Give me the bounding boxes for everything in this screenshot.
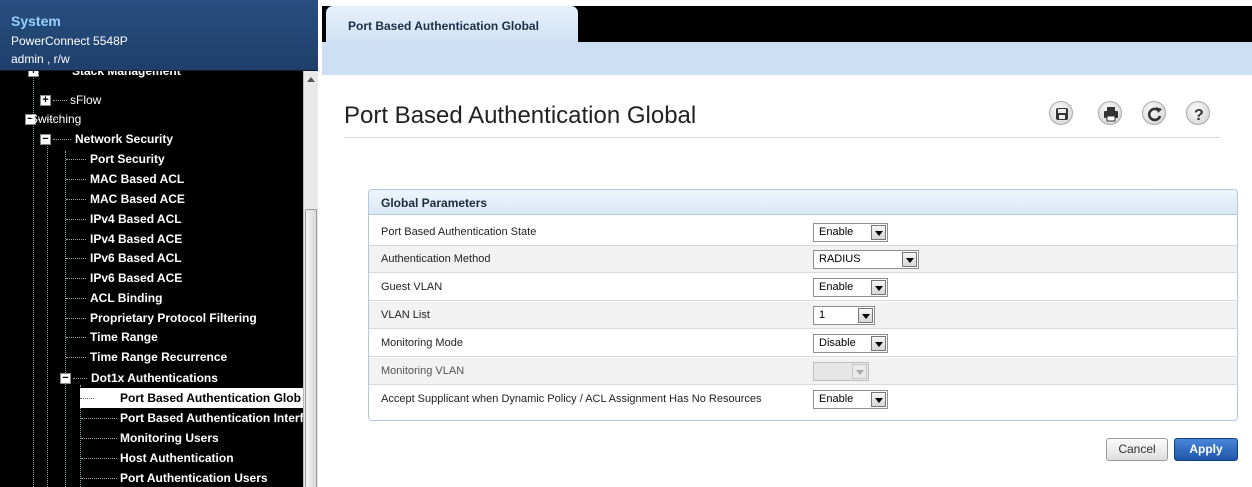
port-based-authentication-state-select[interactable]: Enable	[813, 223, 888, 242]
dropdown-arrow-icon[interactable]	[902, 252, 917, 267]
help-icon[interactable]: ?	[1186, 101, 1210, 125]
monitoring-vlan-select	[813, 362, 869, 381]
tree-item-network-security[interactable]: − Network Security	[0, 129, 303, 149]
row-monitoring-vlan: Monitoring VLAN	[369, 358, 1237, 385]
print-icon[interactable]	[1098, 101, 1122, 125]
dropdown-arrow-icon	[852, 364, 867, 379]
tab-band	[322, 42, 1252, 75]
tree-item-dot1x-authentications[interactable]: − Dot1x Authentications	[0, 368, 303, 388]
authentication-method-select[interactable]: RADIUS	[813, 250, 919, 269]
accept-supplicant-select[interactable]: Enable	[813, 390, 888, 409]
cancel-button[interactable]: Cancel	[1106, 438, 1168, 461]
dropdown-arrow-icon[interactable]	[858, 308, 873, 323]
tree-item-switching[interactable]: − Switching	[0, 109, 303, 129]
tree-item-ipv6-based-ace[interactable]: IPv6 Based ACE	[0, 268, 303, 288]
tree-item-time-range[interactable]: Time Range	[0, 327, 303, 347]
tab-label: Port Based Authentication Global	[348, 19, 539, 33]
system-title[interactable]: System	[11, 13, 61, 29]
refresh-icon[interactable]	[1142, 101, 1166, 125]
dropdown-arrow-icon[interactable]	[871, 280, 886, 295]
tree-item-time-range-recurrence[interactable]: Time Range Recurrence	[0, 347, 303, 367]
field-label: Monitoring Mode	[381, 337, 463, 349]
field-label: Accept Supplicant when Dynamic Policy / …	[381, 393, 762, 405]
tree-item-ipv6-based-acl[interactable]: IPv6 Based ACL	[0, 248, 303, 268]
tree-item-acl-binding[interactable]: ACL Binding	[0, 288, 303, 308]
collapse-icon[interactable]: −	[60, 373, 71, 384]
navigation-panel: System PowerConnect 5548P admin , r/w + …	[0, 0, 318, 487]
global-parameters-panel: Global Parameters Port Based Authenticat…	[368, 189, 1238, 421]
row-accept-supplicant: Accept Supplicant when Dynamic Policy / …	[369, 386, 1237, 413]
save-icon[interactable]	[1049, 101, 1073, 125]
title-divider	[344, 137, 1220, 138]
tree-item-ipv4-based-acl[interactable]: IPv4 Based ACL	[0, 209, 303, 229]
row-monitoring-mode: Monitoring Mode Disable	[369, 330, 1237, 357]
tree-item-port-based-authentication-interface[interactable]: Port Based Authentication Interfa	[0, 408, 303, 428]
tree-item-port-based-authentication-global[interactable]: Port Based Authentication Glob	[80, 388, 303, 408]
tree-item-sflow[interactable]: + sFlow	[0, 90, 303, 110]
tab-port-based-authentication-global[interactable]: Port Based Authentication Global	[326, 6, 578, 42]
field-label: VLAN List	[381, 309, 430, 321]
content-area: Port Based Authentication Global Port Ba…	[322, 0, 1252, 487]
tree-item-stack-management[interactable]: + Stack Management	[0, 71, 303, 81]
panel-title: Global Parameters	[381, 196, 488, 210]
field-label: Guest VLAN	[381, 281, 443, 293]
dropdown-arrow-icon[interactable]	[871, 392, 886, 407]
tree-item-mac-based-acl[interactable]: MAC Based ACL	[0, 169, 303, 189]
dropdown-arrow-icon[interactable]	[871, 225, 886, 240]
field-label: Port Based Authentication State	[381, 226, 537, 238]
tree-item-host-authentication[interactable]: Host Authentication	[0, 448, 303, 468]
apply-button[interactable]: Apply	[1174, 438, 1238, 461]
tree-item-port-security[interactable]: Port Security	[0, 149, 303, 169]
scroll-up-icon[interactable]	[307, 77, 315, 82]
device-name: PowerConnect 5548P	[11, 34, 128, 48]
tree-item-proprietary-protocol-filtering[interactable]: Proprietary Protocol Filtering	[0, 308, 303, 328]
panel-header: Global Parameters	[369, 190, 1237, 215]
guest-vlan-select[interactable]: Enable	[813, 278, 888, 297]
field-label: Authentication Method	[381, 253, 491, 265]
system-header: System PowerConnect 5548P admin , r/w	[0, 0, 318, 71]
tree-item-mac-based-ace[interactable]: MAC Based ACE	[0, 189, 303, 209]
expand-icon[interactable]: +	[28, 71, 39, 77]
svg-text:?: ?	[1194, 107, 1204, 123]
scroll-thumb[interactable]	[305, 209, 317, 487]
row-vlan-list: VLAN List 1	[369, 302, 1237, 329]
tree-item-port-authentication-users[interactable]: Port Authentication Users	[0, 468, 303, 487]
tree-item-ipv4-based-ace[interactable]: IPv4 Based ACE	[0, 229, 303, 249]
row-authentication-method: Authentication Method RADIUS	[369, 246, 1237, 273]
field-label: Monitoring VLAN	[381, 365, 465, 377]
user-access: admin , r/w	[11, 52, 70, 66]
vlan-list-select[interactable]: 1	[813, 306, 875, 325]
monitoring-mode-select[interactable]: Disable	[813, 334, 888, 353]
navigation-tree: + Stack Management + sFlow − Switching −…	[0, 71, 303, 487]
row-port-based-authentication-state: Port Based Authentication State Enable	[369, 219, 1237, 246]
collapse-icon[interactable]: −	[40, 134, 51, 145]
dropdown-arrow-icon[interactable]	[871, 336, 886, 351]
row-guest-vlan: Guest VLAN Enable	[369, 274, 1237, 301]
page-title: Port Based Authentication Global	[344, 102, 697, 129]
expand-icon[interactable]: +	[40, 95, 51, 106]
tree-scrollbar[interactable]	[303, 71, 318, 487]
tree-item-monitoring-users[interactable]: Monitoring Users	[0, 428, 303, 448]
